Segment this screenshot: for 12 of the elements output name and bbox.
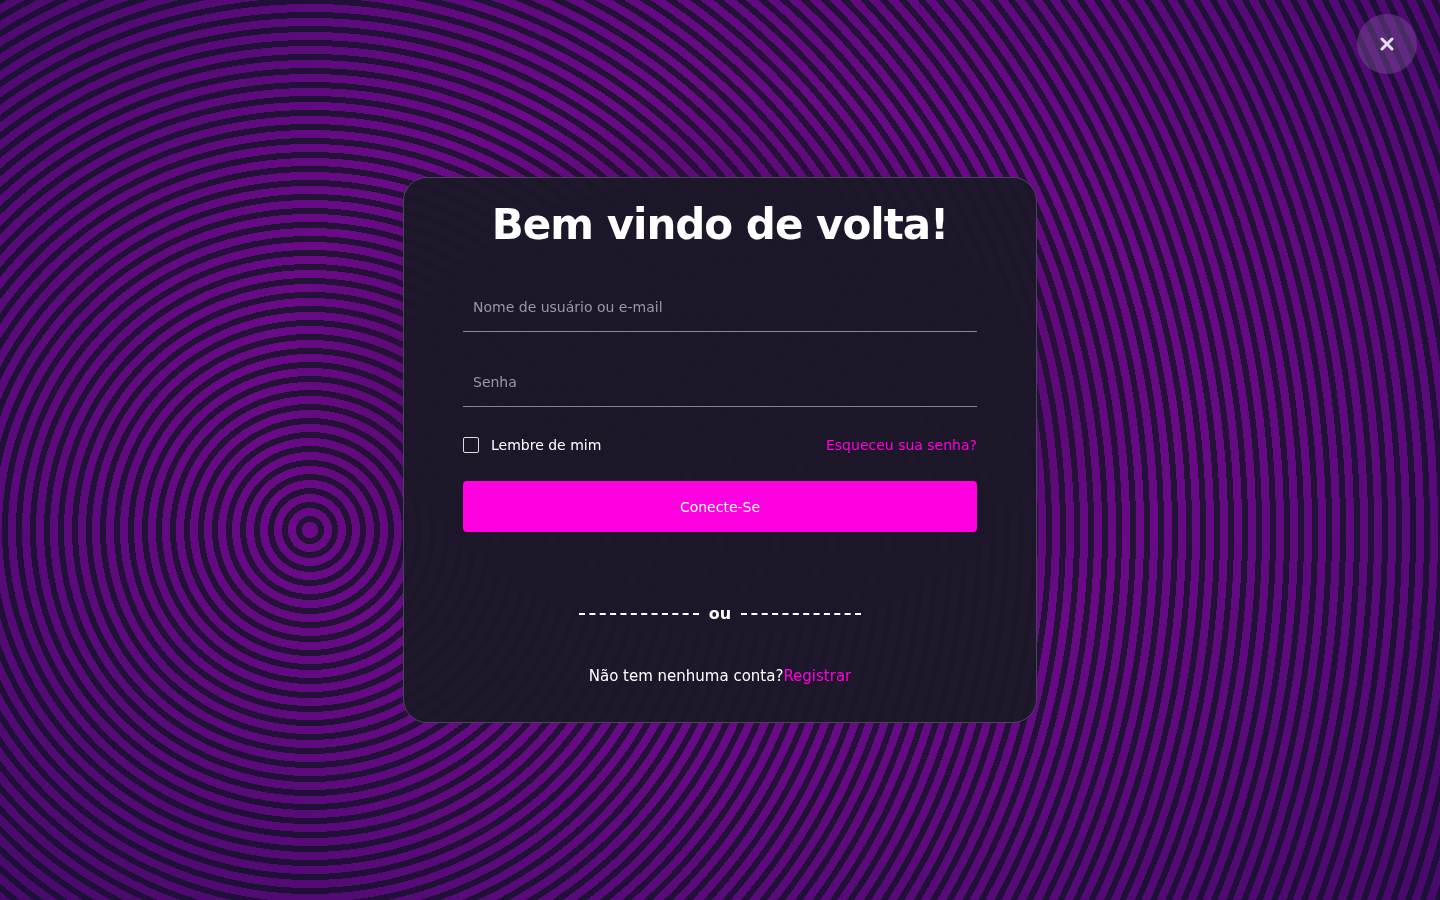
register-prompt: Não tem nenhuma conta?	[588, 667, 784, 685]
register-link[interactable]: Registrar	[783, 667, 852, 685]
forgot-password-link[interactable]: Esqueceu sua senha?	[826, 437, 977, 453]
divider-text: ou	[708, 604, 732, 623]
login-button[interactable]: Conecte-Se	[463, 481, 977, 532]
welcome-title: Bem vindo de volta!	[491, 200, 949, 249]
remember-label: Lembre de mim	[491, 437, 602, 453]
close-icon	[1380, 37, 1394, 51]
remember-checkbox[interactable]	[463, 437, 479, 453]
input-field[interactable]: Senha	[463, 364, 977, 407]
input-field[interactable]: Nome de usuário ou e-mail	[463, 289, 977, 332]
close-button[interactable]	[1357, 14, 1417, 74]
